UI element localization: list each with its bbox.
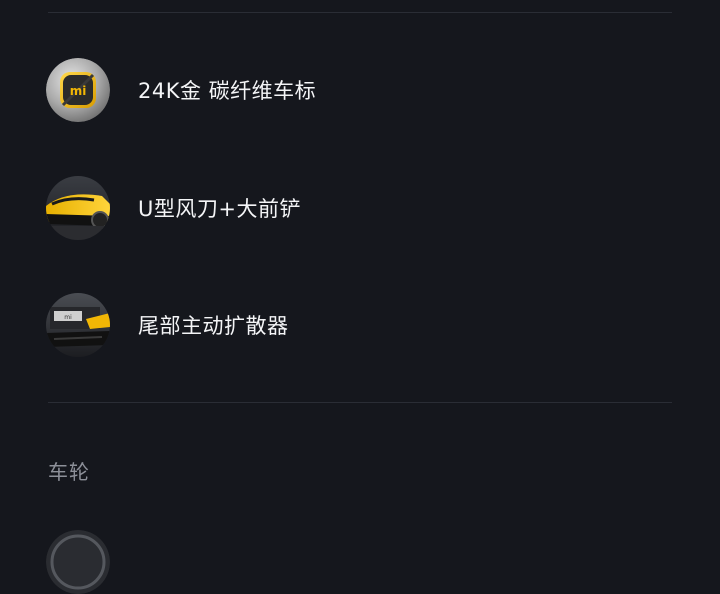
feature-label-rear-diffuser: 尾部主动扩散器	[138, 314, 289, 338]
feature-label-carbon-badge: 24K金 碳纤维车标	[138, 79, 317, 103]
feature-label-front-air-knife: U型风刀+大前铲	[138, 197, 301, 221]
section-title-wheels: 车轮	[48, 460, 90, 484]
car-front-icon	[46, 176, 110, 240]
feature-item-front-air-knife[interactable]: U型风刀+大前铲	[46, 175, 672, 241]
badge-logo-text: mi	[70, 84, 87, 98]
section-divider	[48, 402, 672, 403]
xiaomi-badge-icon: mi	[46, 58, 110, 122]
top-divider	[48, 12, 672, 13]
feature-item-rear-diffuser[interactable]: mi 尾部主动扩散器	[46, 292, 672, 358]
rear-plate-text: mi	[64, 314, 72, 321]
rear-diffuser-icon: mi	[46, 293, 110, 357]
feature-item-carbon-badge[interactable]: mi 24K金 碳纤维车标	[46, 57, 672, 123]
